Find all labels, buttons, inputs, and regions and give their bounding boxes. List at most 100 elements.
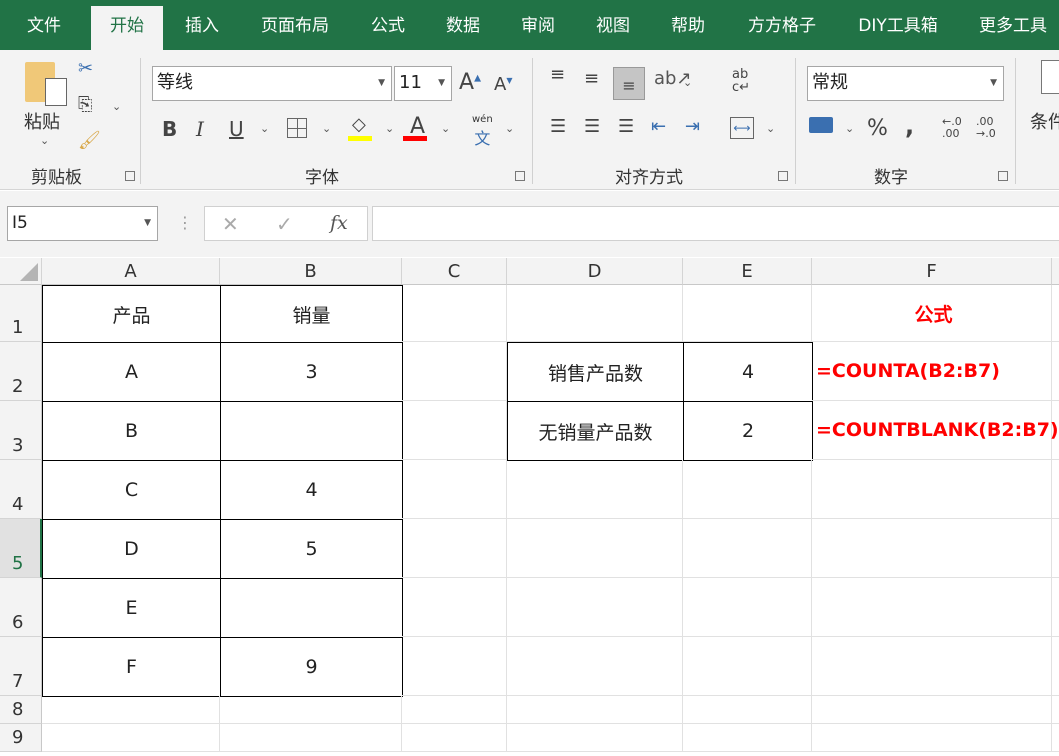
column-header-f[interactable]: F — [812, 258, 1052, 285]
tab-data[interactable]: 数据 — [437, 0, 489, 50]
cancel-icon[interactable]: ✕ — [222, 212, 239, 236]
cell-g2[interactable] — [1052, 342, 1059, 401]
cell-b1[interactable]: 销量 — [220, 285, 403, 343]
cell-a5[interactable]: D — [42, 519, 221, 579]
cell-e1[interactable] — [683, 285, 812, 342]
tab-view[interactable]: 视图 — [587, 0, 639, 50]
accounting-format-icon[interactable] — [809, 117, 833, 133]
cell-e5[interactable] — [683, 519, 812, 578]
column-header-g[interactable] — [1052, 258, 1059, 285]
cell-g4[interactable] — [1052, 460, 1059, 519]
tab-diy-toolbox[interactable]: DIY工具箱 — [848, 0, 948, 50]
column-header-e[interactable]: E — [683, 258, 812, 285]
clipboard-launcher-icon[interactable] — [125, 171, 135, 181]
font-size-select[interactable]: 11 ▼ — [394, 66, 452, 101]
cell-e6[interactable] — [683, 578, 812, 637]
comma-style-icon[interactable]: , — [905, 112, 914, 140]
phonetic-icon[interactable]: wén 文 — [472, 114, 493, 149]
cell-b6[interactable] — [220, 578, 403, 638]
name-box[interactable]: I5 ▼ — [7, 206, 158, 241]
format-painter-icon[interactable]: 🖌 — [78, 130, 101, 151]
column-header-b[interactable]: B — [220, 258, 402, 285]
cell-e3[interactable]: 2 — [683, 401, 813, 461]
align-top-icon[interactable]: ≡ — [550, 64, 565, 85]
fill-color-dropdown[interactable]: ⌄ — [385, 122, 394, 135]
cell-g9[interactable] — [1052, 724, 1059, 752]
cell-e9[interactable] — [683, 724, 812, 752]
row-header-9[interactable]: 9 — [0, 724, 42, 752]
cut-icon[interactable]: ✂ — [78, 58, 93, 79]
formula-input[interactable] — [372, 206, 1059, 241]
cell-a2[interactable]: A — [42, 342, 221, 402]
column-header-c[interactable]: C — [402, 258, 507, 285]
cell-a6[interactable]: E — [42, 578, 221, 638]
cell-c4[interactable] — [402, 460, 507, 519]
cell-d5[interactable] — [507, 519, 683, 578]
tab-insert[interactable]: 插入 — [176, 0, 228, 50]
tab-fangfang[interactable]: 方方格子 — [737, 0, 827, 50]
cell-g5[interactable] — [1052, 519, 1059, 578]
cell-a8[interactable] — [42, 696, 220, 724]
cell-b5[interactable]: 5 — [220, 519, 403, 579]
cell-d6[interactable] — [507, 578, 683, 637]
align-middle-icon[interactable]: ≡ — [584, 68, 599, 89]
tab-more-tools[interactable]: 更多工具 — [968, 0, 1058, 50]
cell-c3[interactable] — [402, 401, 507, 460]
cell-e8[interactable] — [683, 696, 812, 724]
conditional-format-button[interactable]: 条件 — [1030, 108, 1059, 134]
cell-f8[interactable] — [812, 696, 1052, 724]
cell-a4[interactable]: C — [42, 460, 221, 520]
cell-g7[interactable] — [1052, 637, 1059, 696]
align-bottom-icon[interactable]: ≡ — [613, 67, 645, 100]
paste-dropdown[interactable]: ⌄ — [40, 134, 49, 147]
cell-g8[interactable] — [1052, 696, 1059, 724]
row-header-3[interactable]: 3 — [0, 401, 42, 460]
cell-d1[interactable] — [507, 285, 683, 342]
select-all-button[interactable] — [0, 258, 42, 285]
row-header-6[interactable]: 6 — [0, 578, 42, 637]
row-header-4[interactable]: 4 — [0, 460, 42, 519]
cell-c7[interactable] — [402, 637, 507, 696]
borders-icon[interactable] — [287, 118, 307, 138]
cell-d7[interactable] — [507, 637, 683, 696]
cell-d4[interactable] — [507, 460, 683, 519]
cell-a7[interactable]: F — [42, 637, 221, 697]
tab-formulas[interactable]: 公式 — [362, 0, 414, 50]
cell-e7[interactable] — [683, 637, 812, 696]
number-launcher-icon[interactable] — [998, 171, 1008, 181]
cell-d2[interactable]: 销售产品数 — [507, 342, 684, 402]
cell-f3[interactable]: =COUNTBLANK(B2:B7) — [812, 401, 1059, 460]
underline-icon[interactable]: U — [229, 117, 244, 141]
cell-d8[interactable] — [507, 696, 683, 724]
conditional-format-icon[interactable] — [1041, 60, 1059, 94]
cell-a3[interactable]: B — [42, 401, 221, 461]
cell-b8[interactable] — [220, 696, 402, 724]
enter-icon[interactable]: ✓ — [276, 212, 293, 236]
align-right-icon[interactable]: ☰ — [618, 116, 634, 137]
row-header-2[interactable]: 2 — [0, 342, 42, 401]
increase-indent-icon[interactable]: ⇥ — [685, 116, 700, 137]
copy-icon[interactable]: ⎘ — [78, 94, 92, 115]
cell-c1[interactable] — [402, 285, 507, 342]
cell-f4[interactable] — [812, 460, 1052, 519]
tab-review[interactable]: 审阅 — [512, 0, 564, 50]
cell-d3[interactable]: 无销量产品数 — [507, 401, 684, 461]
copy-dropdown[interactable]: ⌄ — [112, 100, 121, 113]
cell-e2[interactable]: 4 — [683, 342, 813, 402]
increase-font-icon[interactable]: A▲ — [459, 70, 481, 95]
row-header-5[interactable]: 5 — [0, 519, 42, 578]
alignment-launcher-icon[interactable] — [778, 171, 788, 181]
cell-a1[interactable]: 产品 — [42, 285, 221, 343]
tab-help[interactable]: 帮助 — [662, 0, 714, 50]
tab-page-layout[interactable]: 页面布局 — [250, 0, 340, 50]
cell-b7[interactable]: 9 — [220, 637, 403, 697]
column-header-d[interactable]: D — [507, 258, 683, 285]
merge-center-icon[interactable]: ⟷ — [730, 117, 754, 139]
cell-a9[interactable] — [42, 724, 220, 752]
italic-icon[interactable]: I — [196, 117, 204, 141]
cell-f6[interactable] — [812, 578, 1052, 637]
cell-b2[interactable]: 3 — [220, 342, 403, 402]
underline-dropdown[interactable]: ⌄ — [260, 122, 269, 135]
fill-color-icon[interactable]: ◇ — [352, 114, 366, 135]
cell-c8[interactable] — [402, 696, 507, 724]
